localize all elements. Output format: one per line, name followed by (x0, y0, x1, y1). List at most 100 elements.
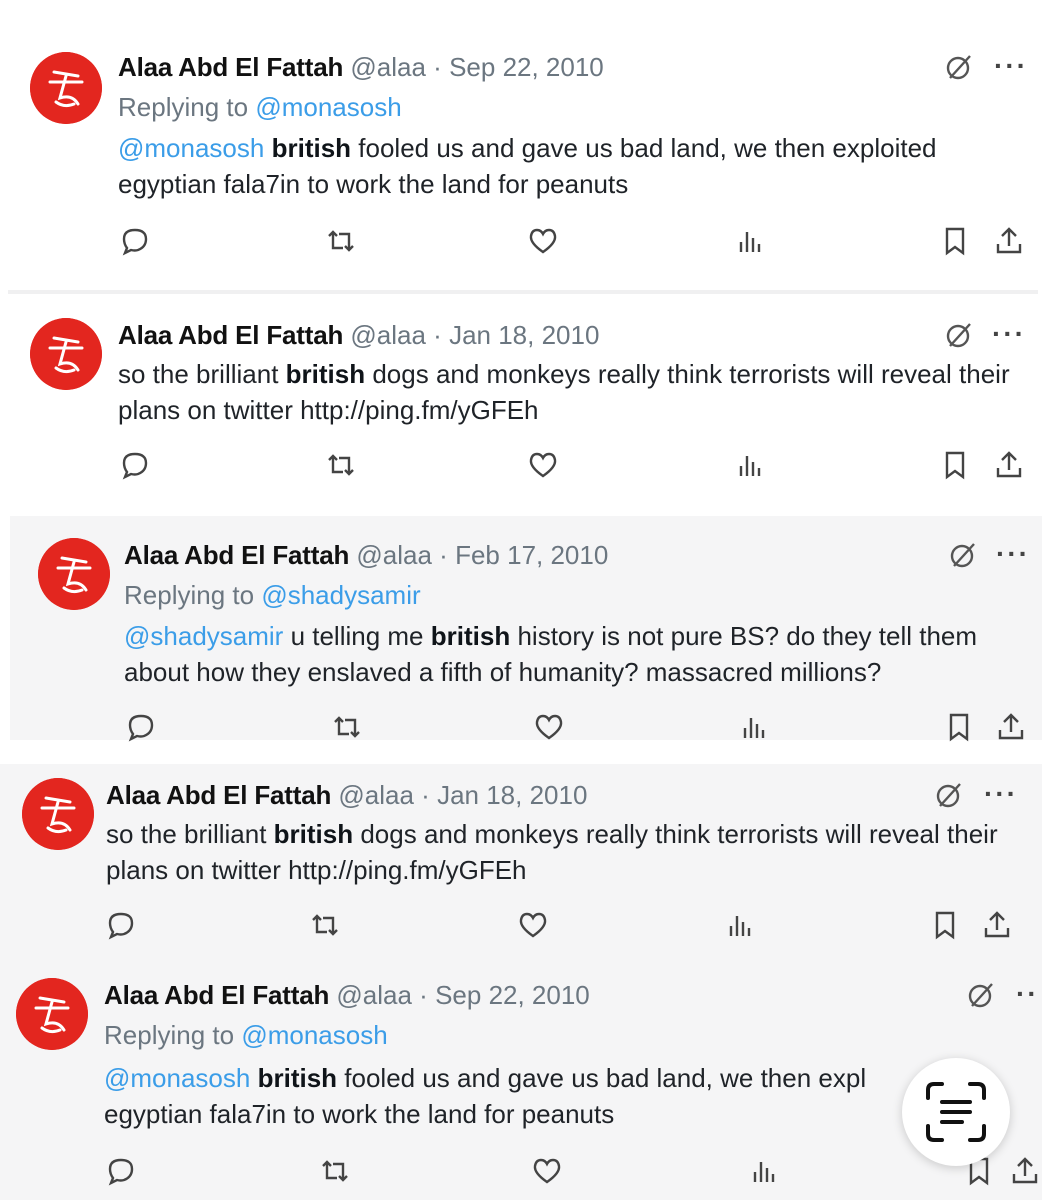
reply-icon[interactable] (104, 908, 138, 942)
share-icon[interactable] (1008, 1154, 1042, 1188)
text-mention[interactable]: @monasosh (118, 133, 264, 163)
avatar[interactable] (22, 778, 94, 850)
text-bold: british (257, 1063, 338, 1093)
author-handle[interactable]: @alaa (350, 52, 426, 82)
more-options-button[interactable]: ··· (992, 320, 1026, 348)
tweet-card[interactable]: Alaa Abd El Fattah @alaa · Sep 22, 2010 … (0, 960, 1042, 1200)
text-rest: fooled us and gave us bad land, we then … (344, 1063, 867, 1093)
tweet-header: Alaa Abd El Fattah @alaa · Sep 22, 2010 (118, 50, 604, 84)
retweet-icon[interactable] (330, 710, 364, 744)
more-options-button[interactable]: ··· (996, 540, 1030, 568)
tweet-text: so the brilliant british dogs and monkey… (106, 816, 1006, 888)
replying-to: Replying to @monasosh (118, 90, 402, 124)
grok-icon[interactable] (944, 52, 974, 82)
more-options-button[interactable]: ··· (984, 780, 1018, 808)
reply-icon[interactable] (118, 448, 152, 482)
reply-icon[interactable] (104, 1154, 138, 1188)
text-bold: british (273, 819, 354, 849)
avatar[interactable] (30, 52, 102, 124)
tweet-date[interactable]: Jan 18, 2010 (449, 320, 599, 350)
grok-icon[interactable] (966, 980, 996, 1010)
text-bold: british (285, 359, 366, 389)
author-handle[interactable]: @alaa (338, 780, 414, 810)
separator: · (433, 52, 442, 82)
tweet-card[interactable]: Alaa Abd El Fattah @alaa · Jan 18, 2010 … (8, 296, 1038, 492)
text-pre: u telling me (290, 621, 424, 651)
author-name[interactable]: Alaa Abd El Fattah (118, 52, 343, 82)
tweet-card[interactable]: Alaa Abd El Fattah @alaa · Sep 22, 2010 … (0, 28, 1042, 264)
share-icon[interactable] (980, 908, 1014, 942)
tweet-date[interactable]: Feb 17, 2010 (455, 540, 608, 570)
views-icon[interactable] (746, 1154, 780, 1188)
views-icon[interactable] (732, 224, 766, 258)
separator: · (439, 540, 448, 570)
replying-prefix: Replying to (118, 92, 249, 122)
tweet-text: @monasosh british fooled us and gave us … (118, 130, 998, 202)
replying-to-link[interactable]: @shadysamir (261, 580, 420, 610)
bookmark-icon[interactable] (938, 224, 972, 258)
separator: · (419, 980, 428, 1010)
replying-to-link[interactable]: @monasosh (241, 1020, 387, 1050)
reply-icon[interactable] (118, 224, 152, 258)
bookmark-icon[interactable] (928, 908, 962, 942)
text-mention[interactable]: @monasosh (104, 1063, 250, 1093)
divider (8, 290, 1038, 294)
share-icon[interactable] (992, 224, 1026, 258)
grok-icon[interactable] (944, 320, 974, 350)
action-bar (0, 1154, 1042, 1190)
text-mention[interactable]: @shadysamir (124, 621, 283, 651)
action-bar (0, 224, 1042, 260)
author-name[interactable]: Alaa Abd El Fattah (124, 540, 349, 570)
like-icon[interactable] (516, 908, 550, 942)
tweet-card[interactable]: Alaa Abd El Fattah @alaa · Feb 17, 2010 … (10, 516, 1042, 742)
avatar[interactable] (30, 318, 102, 390)
author-name[interactable]: Alaa Abd El Fattah (118, 320, 343, 350)
like-icon[interactable] (530, 1154, 564, 1188)
like-icon[interactable] (526, 224, 560, 258)
author-name[interactable]: Alaa Abd El Fattah (106, 780, 331, 810)
text-scan-button[interactable] (902, 1058, 1010, 1166)
views-icon[interactable] (736, 710, 770, 744)
retweet-icon[interactable] (308, 908, 342, 942)
tweet-date[interactable]: Sep 22, 2010 (435, 980, 590, 1010)
separator: · (433, 320, 442, 350)
author-handle[interactable]: @alaa (336, 980, 412, 1010)
tweet-text: @shadysamir u telling me british history… (124, 618, 1024, 690)
text-pre: so the brilliant (106, 819, 267, 849)
tweet-header: Alaa Abd El Fattah @alaa · Jan 18, 2010 (106, 778, 587, 812)
text-rest-line-2: egyptian fala7in to work the land for pe… (104, 1099, 615, 1129)
reply-icon[interactable] (124, 710, 158, 744)
tweet-header: Alaa Abd El Fattah @alaa · Sep 22, 2010 (104, 978, 590, 1012)
share-icon[interactable] (992, 448, 1026, 482)
text-bold: british (271, 133, 352, 163)
share-icon[interactable] (994, 710, 1028, 744)
retweet-icon[interactable] (318, 1154, 352, 1188)
replying-prefix: Replying to (124, 580, 255, 610)
avatar[interactable] (16, 978, 88, 1050)
bookmark-icon[interactable] (938, 448, 972, 482)
views-icon[interactable] (732, 448, 766, 482)
more-options-button[interactable]: ··· (994, 52, 1028, 80)
more-options-button[interactable]: ·· (1016, 980, 1039, 1008)
like-icon[interactable] (526, 448, 560, 482)
grok-icon[interactable] (934, 780, 964, 810)
text-scan-icon (926, 1082, 986, 1142)
avatar[interactable] (38, 538, 110, 610)
tweet-header: Alaa Abd El Fattah @alaa · Feb 17, 2010 (124, 538, 608, 572)
replying-to-link[interactable]: @monasosh (255, 92, 401, 122)
tweet-date[interactable]: Sep 22, 2010 (449, 52, 604, 82)
replying-prefix: Replying to (104, 1020, 235, 1050)
separator: · (421, 780, 430, 810)
retweet-icon[interactable] (324, 448, 358, 482)
like-icon[interactable] (532, 710, 566, 744)
bookmark-icon[interactable] (942, 710, 976, 744)
retweet-icon[interactable] (324, 224, 358, 258)
views-icon[interactable] (722, 908, 756, 942)
tweet-date[interactable]: Jan 18, 2010 (437, 780, 587, 810)
tweet-card[interactable]: Alaa Abd El Fattah @alaa · Jan 18, 2010 … (0, 764, 1042, 960)
author-handle[interactable]: @alaa (356, 540, 432, 570)
author-handle[interactable]: @alaa (350, 320, 426, 350)
grok-icon[interactable] (948, 540, 978, 570)
tweet-header: Alaa Abd El Fattah @alaa · Jan 18, 2010 (118, 318, 599, 352)
author-name[interactable]: Alaa Abd El Fattah (104, 980, 329, 1010)
